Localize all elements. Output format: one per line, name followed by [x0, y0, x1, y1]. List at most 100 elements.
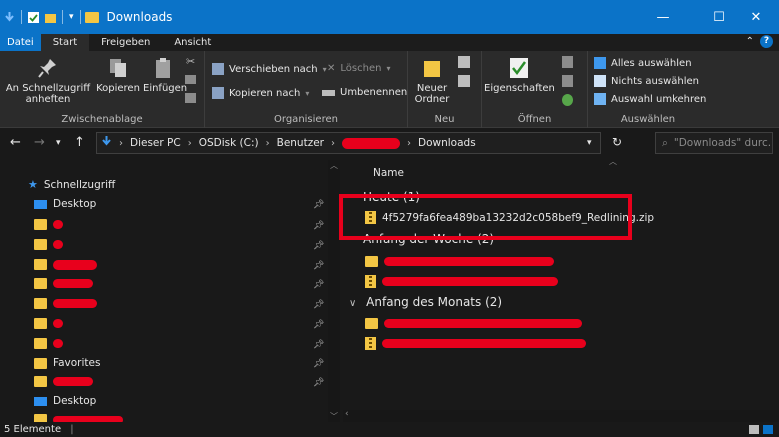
paste-icon: [153, 57, 173, 79]
help-icon[interactable]: ?: [760, 35, 773, 48]
scroll-up-icon[interactable]: ︿: [330, 160, 338, 171]
new-folder-button[interactable]: Neuer Ordner: [412, 57, 452, 105]
chevron-right-icon: ›: [187, 137, 192, 149]
pin-quick-access-button[interactable]: An Schnellzugriff anheften: [2, 57, 94, 105]
tab-start[interactable]: Start: [40, 34, 90, 51]
list-item[interactable]: [365, 337, 586, 350]
nav-item-desktop[interactable]: Desktop: [34, 198, 96, 210]
rename-button[interactable]: Umbenennen: [322, 87, 407, 98]
details-view-icon[interactable]: [749, 425, 759, 434]
select-none-button[interactable]: Nichts auswählen: [594, 75, 699, 87]
close-button[interactable]: ✕: [733, 0, 779, 34]
breadcrumb-users[interactable]: Benutzer: [277, 137, 324, 149]
nav-item-redacted[interactable]: [34, 298, 97, 309]
collapse-ribbon-icon[interactable]: ⌃: [746, 36, 754, 47]
breadcrumb-this-pc[interactable]: Dieser PC: [130, 137, 181, 149]
address-history-chevron-icon[interactable]: ▾: [587, 138, 592, 148]
breadcrumb-osdisk[interactable]: OSDisk (C:): [199, 137, 259, 149]
move-to-button[interactable]: Verschieben nach ▾: [212, 63, 327, 75]
group-open: Eigenschaften Öffnen: [482, 51, 588, 128]
zip-file-icon: [365, 275, 376, 288]
select-none-icon: [594, 75, 606, 87]
status-separator: |: [70, 424, 74, 435]
nav-item-desktop[interactable]: Desktop: [34, 395, 96, 407]
pinned-icon: 📌︎: [313, 261, 325, 271]
sort-indicator-icon: ︿: [609, 160, 617, 166]
separator: [79, 10, 81, 24]
copy-button[interactable]: Kopieren: [94, 57, 142, 94]
group-new: Neuer Ordner Neu: [408, 51, 482, 128]
list-item[interactable]: [365, 318, 582, 329]
easy-access-icon[interactable]: [458, 75, 470, 87]
group-label-clipboard: Zwischenablage: [61, 114, 143, 125]
redacted-label: [53, 259, 97, 270]
group-header-this-month[interactable]: ∨ Anfang des Monats (2): [349, 295, 502, 309]
nav-item-redacted[interactable]: [34, 219, 63, 230]
open-icon[interactable]: [562, 56, 573, 68]
search-box[interactable]: ⌕ "Downloads" durc...: [655, 132, 773, 154]
history-icon[interactable]: [562, 94, 573, 106]
select-all-button[interactable]: Alles auswählen: [594, 57, 692, 69]
list-item[interactable]: [365, 256, 554, 267]
pinned-icon: 📌︎: [313, 280, 325, 290]
search-placeholder: "Downloads" durc...: [673, 137, 773, 149]
nav-item-redacted[interactable]: [34, 376, 93, 387]
properties-check-icon[interactable]: [28, 11, 39, 23]
nav-item-redacted[interactable]: [34, 414, 123, 422]
content-horizontal-scrollbar[interactable]: ‹: [343, 409, 779, 422]
pinned-icon: 📌︎: [313, 300, 325, 310]
large-icons-view-icon[interactable]: [763, 425, 773, 434]
nav-item-redacted[interactable]: [34, 278, 93, 289]
forward-button[interactable]: →: [34, 135, 45, 150]
pinned-icon: 📌︎: [313, 320, 325, 330]
nav-item-redacted[interactable]: [34, 259, 97, 270]
download-arrow-icon[interactable]: [4, 11, 15, 23]
delete-button[interactable]: ✕ Löschen ▾: [327, 63, 390, 74]
nav-quick-access[interactable]: ★ Schnellzugriff: [28, 178, 115, 191]
folder-icon: [34, 357, 47, 369]
tab-datei[interactable]: Datei: [0, 34, 41, 51]
select-all-label: Alles auswählen: [611, 57, 692, 69]
nav-quick-access-label: Schnellzugriff: [43, 178, 116, 191]
invert-selection-button[interactable]: Auswahl umkehren: [594, 93, 706, 105]
copy-path-icon[interactable]: [185, 75, 196, 84]
folder-icon: [34, 376, 47, 387]
breadcrumb-downloads[interactable]: Downloads: [418, 137, 476, 149]
pinned-icon: 📌︎: [313, 340, 325, 350]
recent-locations-chevron-icon[interactable]: ▾: [56, 138, 61, 148]
nav-item-redacted[interactable]: [34, 239, 63, 250]
edit-icon[interactable]: [562, 75, 573, 87]
redacted-username: [342, 137, 400, 149]
properties-button[interactable]: Eigenschaften: [484, 57, 555, 94]
cut-icon[interactable]: ✂: [186, 55, 195, 68]
star-icon: ★: [28, 178, 38, 191]
paste-shortcut-icon[interactable]: [185, 93, 196, 103]
column-header-name[interactable]: Name: [373, 167, 404, 179]
refresh-icon[interactable]: ↻: [612, 135, 622, 149]
nav-item-redacted[interactable]: [34, 338, 63, 349]
chevron-right-icon: ›: [119, 137, 123, 149]
pinned-icon: 📌︎: [313, 221, 325, 231]
back-button[interactable]: ←: [10, 135, 21, 150]
list-item[interactable]: [365, 275, 558, 288]
new-folder-icon[interactable]: [45, 12, 56, 23]
nav-item-redacted[interactable]: [34, 318, 63, 329]
copy-to-button[interactable]: Kopieren nach ▾: [212, 87, 309, 99]
tab-freigeben[interactable]: Freigeben: [89, 34, 162, 51]
paste-label: Einfügen: [143, 83, 188, 94]
navigation-bar: ← → ▾ ↑ › Dieser PC › OSDisk (C:) › Benu…: [0, 128, 779, 158]
nav-item-favorites[interactable]: Favorites: [34, 357, 100, 369]
properties-icon: [509, 57, 529, 79]
scroll-left-icon[interactable]: ‹: [345, 409, 349, 419]
status-bar: 5 Elemente |: [0, 422, 779, 437]
scroll-down-icon[interactable]: ﹀: [330, 411, 338, 422]
invert-selection-icon: [594, 93, 606, 105]
tab-ansicht[interactable]: Ansicht: [162, 34, 223, 51]
minimize-button[interactable]: —: [640, 0, 686, 34]
up-button[interactable]: ↑: [74, 135, 85, 150]
paste-button[interactable]: Einfügen: [143, 57, 187, 94]
address-bar[interactable]: › Dieser PC › OSDisk (C:) › Benutzer › ›…: [96, 132, 601, 154]
new-item-icon[interactable]: [458, 56, 470, 68]
delete-icon: ✕: [327, 63, 336, 74]
customize-toolbar-chevron-icon[interactable]: ▾: [69, 12, 74, 22]
